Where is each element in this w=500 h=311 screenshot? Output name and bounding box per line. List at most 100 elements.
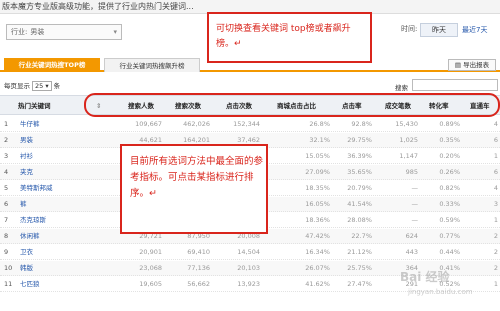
table-cell: 77,136 <box>187 264 210 272</box>
table-cell: 23,068 <box>139 264 162 272</box>
table-cell: 14,504 <box>237 248 260 256</box>
export-label: 导出报表 <box>463 61 490 69</box>
table-cell: 13,923 <box>237 280 260 288</box>
tab-rising-list[interactable]: 行业关键词热搜飙升榜 <box>104 58 200 72</box>
table-cell: 20.79% <box>347 184 372 192</box>
keyword-link[interactable]: 裤 <box>20 197 27 212</box>
table-cell: 32.1% <box>309 136 330 144</box>
row-index: 5 <box>4 184 9 192</box>
row-index: 11 <box>4 280 13 288</box>
export-icon: ▤ <box>454 61 464 69</box>
last-7-days-link[interactable]: 最近7天 <box>462 23 487 37</box>
per-page-select[interactable]: 25 ▾ <box>32 81 52 91</box>
table-cell: 4 <box>493 184 498 192</box>
table-cell: 985 <box>405 168 418 176</box>
row-index: 9 <box>4 248 9 256</box>
table-cell: 0.44% <box>439 248 460 256</box>
table-cell: 25.75% <box>347 264 372 272</box>
industry-label: 行业: <box>11 28 28 36</box>
table-cell: 0.59% <box>439 216 460 224</box>
table-cell: 6 <box>493 136 498 144</box>
chevron-down-icon: ▾ <box>113 28 117 36</box>
per-page-suffix: 条 <box>53 82 61 90</box>
row-index: 8 <box>4 232 9 240</box>
per-page-prefix: 每页显示 <box>4 82 30 90</box>
keyword-link[interactable]: 衬衫 <box>20 149 33 164</box>
table-cell: 18.35% <box>305 184 330 192</box>
header-highlight-outline <box>84 93 500 117</box>
industry-value: 男装 <box>30 28 45 36</box>
keyword-link[interactable]: 韩版 <box>20 261 33 276</box>
keyword-link[interactable]: 夹克 <box>20 165 33 180</box>
table-cell: 15.05% <box>305 152 330 160</box>
keyword-link[interactable]: 男装 <box>20 133 33 148</box>
table-cell: 26.8% <box>309 120 330 128</box>
table-cell: 109,667 <box>135 120 162 128</box>
table-cell: 15,430 <box>395 120 418 128</box>
table-cell: — <box>411 200 419 208</box>
table-cell: 36.39% <box>347 152 372 160</box>
export-report-button[interactable]: ▤ 导出报表 <box>448 59 496 71</box>
row-index: 6 <box>4 200 9 208</box>
keyword-link[interactable]: 七匹狼 <box>20 277 40 292</box>
search-input[interactable] <box>412 79 498 91</box>
table-cell: 443 <box>405 248 418 256</box>
per-page-control: 每页显示 25 ▾ 条 <box>4 80 60 91</box>
keyword-link[interactable]: 美特斯邦威 <box>20 181 53 196</box>
table-cell: 0.33% <box>439 200 460 208</box>
annotation-top: 可切换查看关键词 top榜或者飙升榜。↵ <box>207 12 372 63</box>
table-cell: 0.26% <box>439 168 460 176</box>
table-cell: 20,103 <box>237 264 260 272</box>
table-cell: 18.36% <box>305 216 330 224</box>
table-cell: 1,025 <box>399 136 418 144</box>
row-index: 4 <box>4 168 9 176</box>
table-cell: 16.05% <box>305 200 330 208</box>
per-page-value: 25 <box>35 82 44 90</box>
yesterday-button[interactable]: 昨天 <box>420 23 458 37</box>
row-index: 7 <box>4 216 9 224</box>
table-cell: 1,147 <box>399 152 418 160</box>
table-cell: 16.34% <box>305 248 330 256</box>
table-cell: 41.54% <box>347 200 372 208</box>
row-index: 3 <box>4 152 9 160</box>
table-cell: 0.20% <box>439 152 460 160</box>
table-cell: 41.62% <box>305 280 330 288</box>
table-cell: 0.35% <box>439 136 460 144</box>
keyword-link[interactable]: 卫衣 <box>20 245 33 260</box>
table-cell: 462,026 <box>183 120 210 128</box>
row-index: 10 <box>4 264 13 272</box>
table-cell: 2 <box>493 232 498 240</box>
table-cell: 28.08% <box>347 216 372 224</box>
table-cell: 624 <box>405 232 418 240</box>
table-cell: 6 <box>493 168 498 176</box>
table-cell: 21.12% <box>347 248 372 256</box>
table-cell: 1 <box>493 216 498 224</box>
table-cell: 19,605 <box>139 280 162 288</box>
table-cell: 92.8% <box>351 120 372 128</box>
table-cell: 2 <box>493 248 498 256</box>
col-keyword[interactable]: 热门关键词 <box>18 96 51 116</box>
industry-select[interactable]: 行业: 男装 ▾ <box>6 24 122 40</box>
table-cell: 27.47% <box>347 280 372 288</box>
table-cell: 47.42% <box>305 232 330 240</box>
table-row: 9 卫衣 20,901 69,410 14,504 16.34% 21.12% 443 0.44… <box>0 245 500 260</box>
keyword-link[interactable]: 杰克琼斯 <box>20 213 46 228</box>
table-row: 1 牛仔裤 109,667 462,026 152,344 26.8% 92.8% 15,43… <box>0 117 500 132</box>
time-label: 时间: <box>401 25 418 33</box>
table-cell: 69,410 <box>187 248 210 256</box>
table-cell: 35.65% <box>347 168 372 176</box>
tab-top-list[interactable]: 行业关键词热搜TOP榜 <box>4 58 100 72</box>
table-cell: 152,344 <box>233 120 260 128</box>
watermark-url: jingyan.baidu.com <box>408 288 473 296</box>
row-index: 1 <box>4 120 9 128</box>
table-cell: 4 <box>493 120 498 128</box>
watermark-logo: Bai 经验 <box>400 270 450 284</box>
table-cell: 0.77% <box>439 232 460 240</box>
table-cell: — <box>411 184 419 192</box>
annotation-mid-text: 目前所有选词方法中最全面的参考指标。可点击某指标进行排序。↵ <box>130 156 264 199</box>
keyword-link[interactable]: 牛仔裤 <box>20 117 40 132</box>
table-cell: 0.89% <box>439 120 460 128</box>
keyword-link[interactable]: 休闲裤 <box>20 229 40 244</box>
annotation-mid: 目前所有选词方法中最全面的参考指标。可点击某指标进行排序。↵ <box>120 144 268 234</box>
row-index: 2 <box>4 136 9 144</box>
